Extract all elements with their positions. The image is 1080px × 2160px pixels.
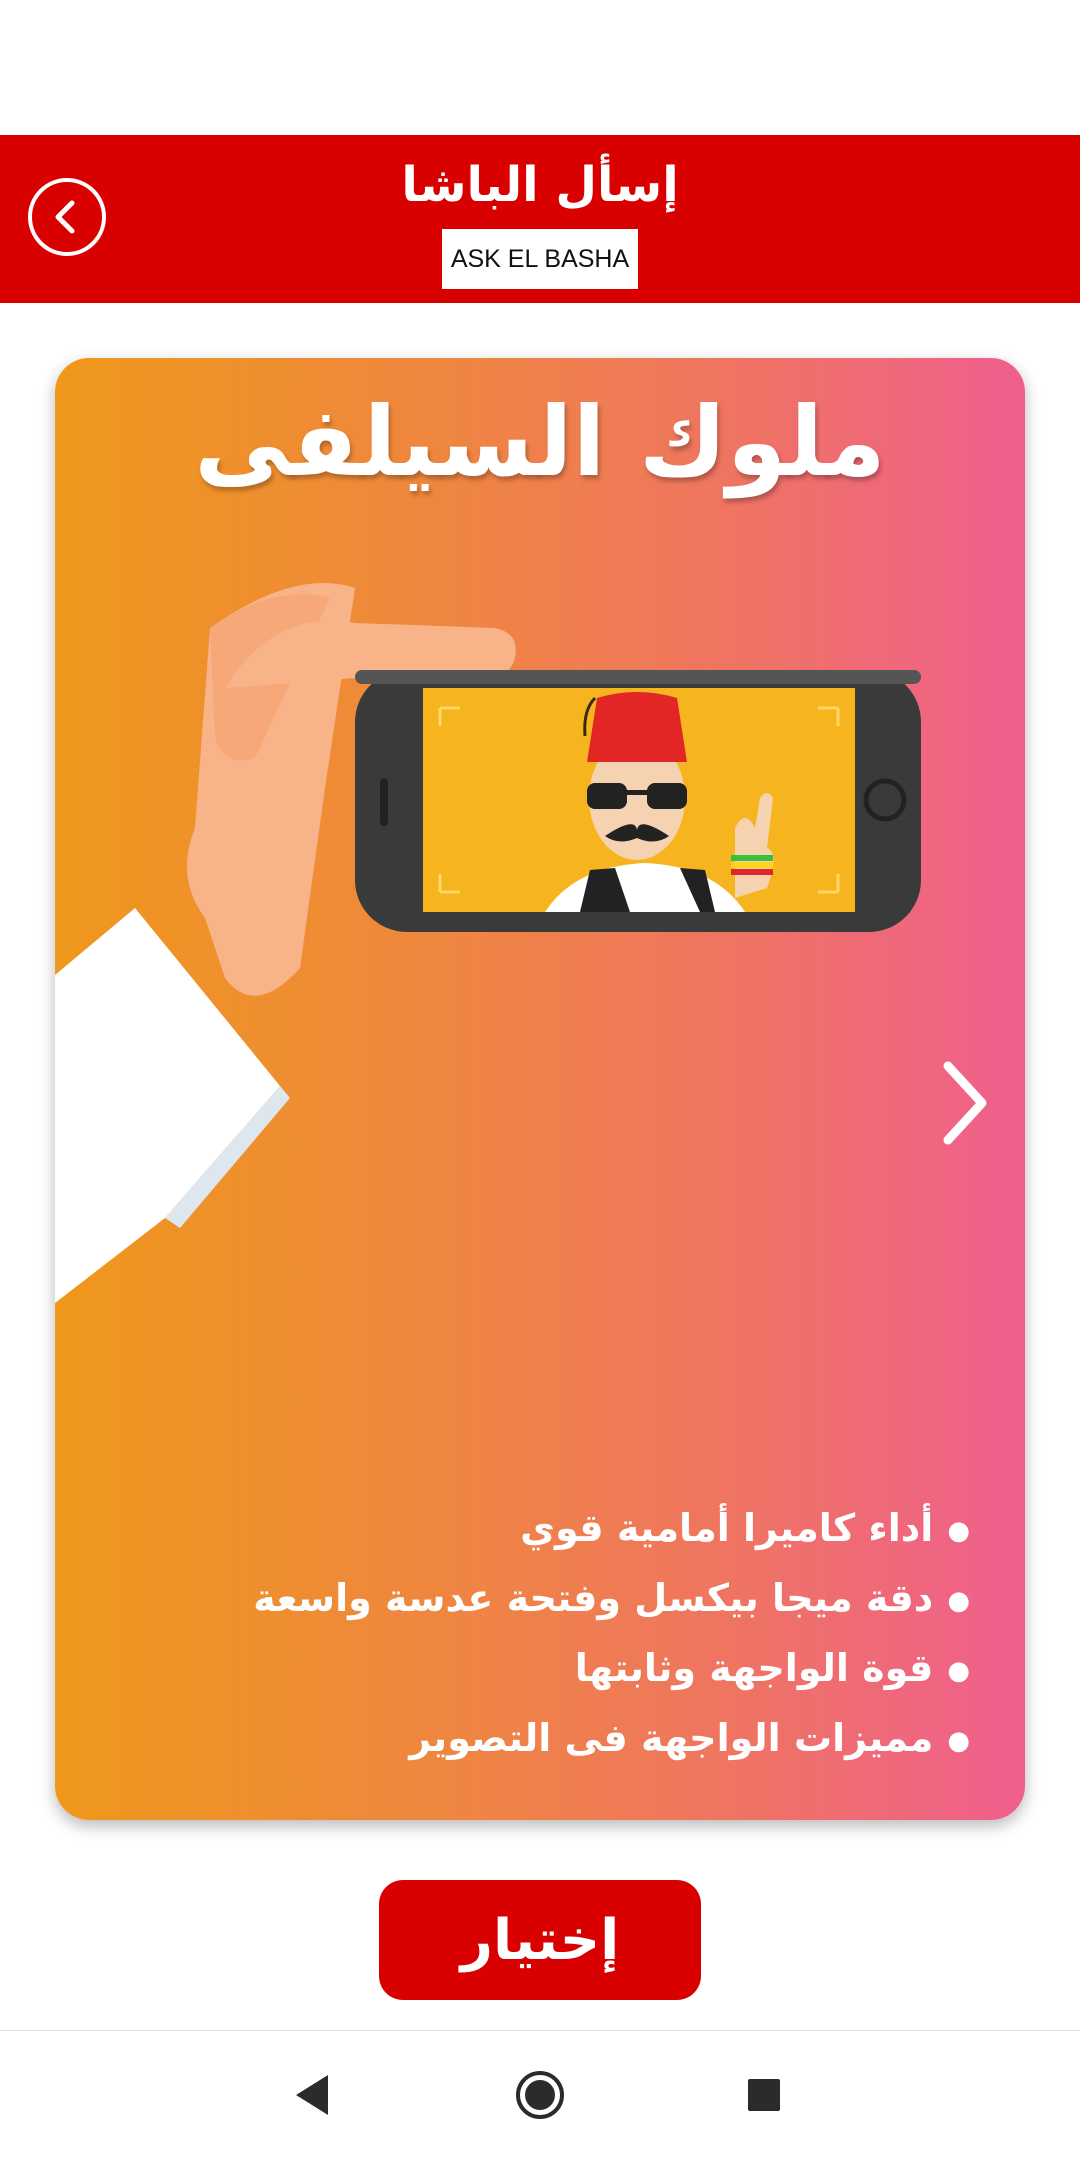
nav-back-button[interactable] xyxy=(284,2067,340,2123)
app-title: إسأل الباشا xyxy=(401,157,679,213)
nav-home-button[interactable] xyxy=(512,2067,568,2123)
features-list: أداء كاميرا أمامية قوي دقة ميجا بيكسل وف… xyxy=(90,1493,970,1773)
triangle-back-icon xyxy=(296,2075,328,2115)
choose-button[interactable]: إختيار xyxy=(379,1880,701,2000)
nav-recents-button[interactable] xyxy=(736,2067,792,2123)
status-bar xyxy=(0,0,1080,135)
system-nav-bar xyxy=(0,2031,1080,2160)
feature-item: دقة ميجا بيكسل وفتحة عدسة واسعة xyxy=(90,1563,970,1633)
selfie-category-card: ملوك السيلفى ● أداء كاميرا أمامية قوي ● … xyxy=(55,358,1025,1820)
square-recents-icon xyxy=(748,2079,780,2111)
chevron-right-icon xyxy=(943,1061,987,1145)
feature-item: قوة الواجهة وثابتها xyxy=(90,1633,970,1703)
next-slide-button[interactable] xyxy=(930,1048,1000,1158)
feature-item: مميزات الواجهة فى التصوير xyxy=(90,1703,970,1773)
app-subtitle-badge: ASK EL BASHA xyxy=(442,229,638,289)
feature-item: أداء كاميرا أمامية قوي xyxy=(90,1493,970,1563)
app-header: إسأل الباشا ASK EL BASHA xyxy=(0,135,1080,303)
circle-home-icon xyxy=(516,2071,564,2119)
